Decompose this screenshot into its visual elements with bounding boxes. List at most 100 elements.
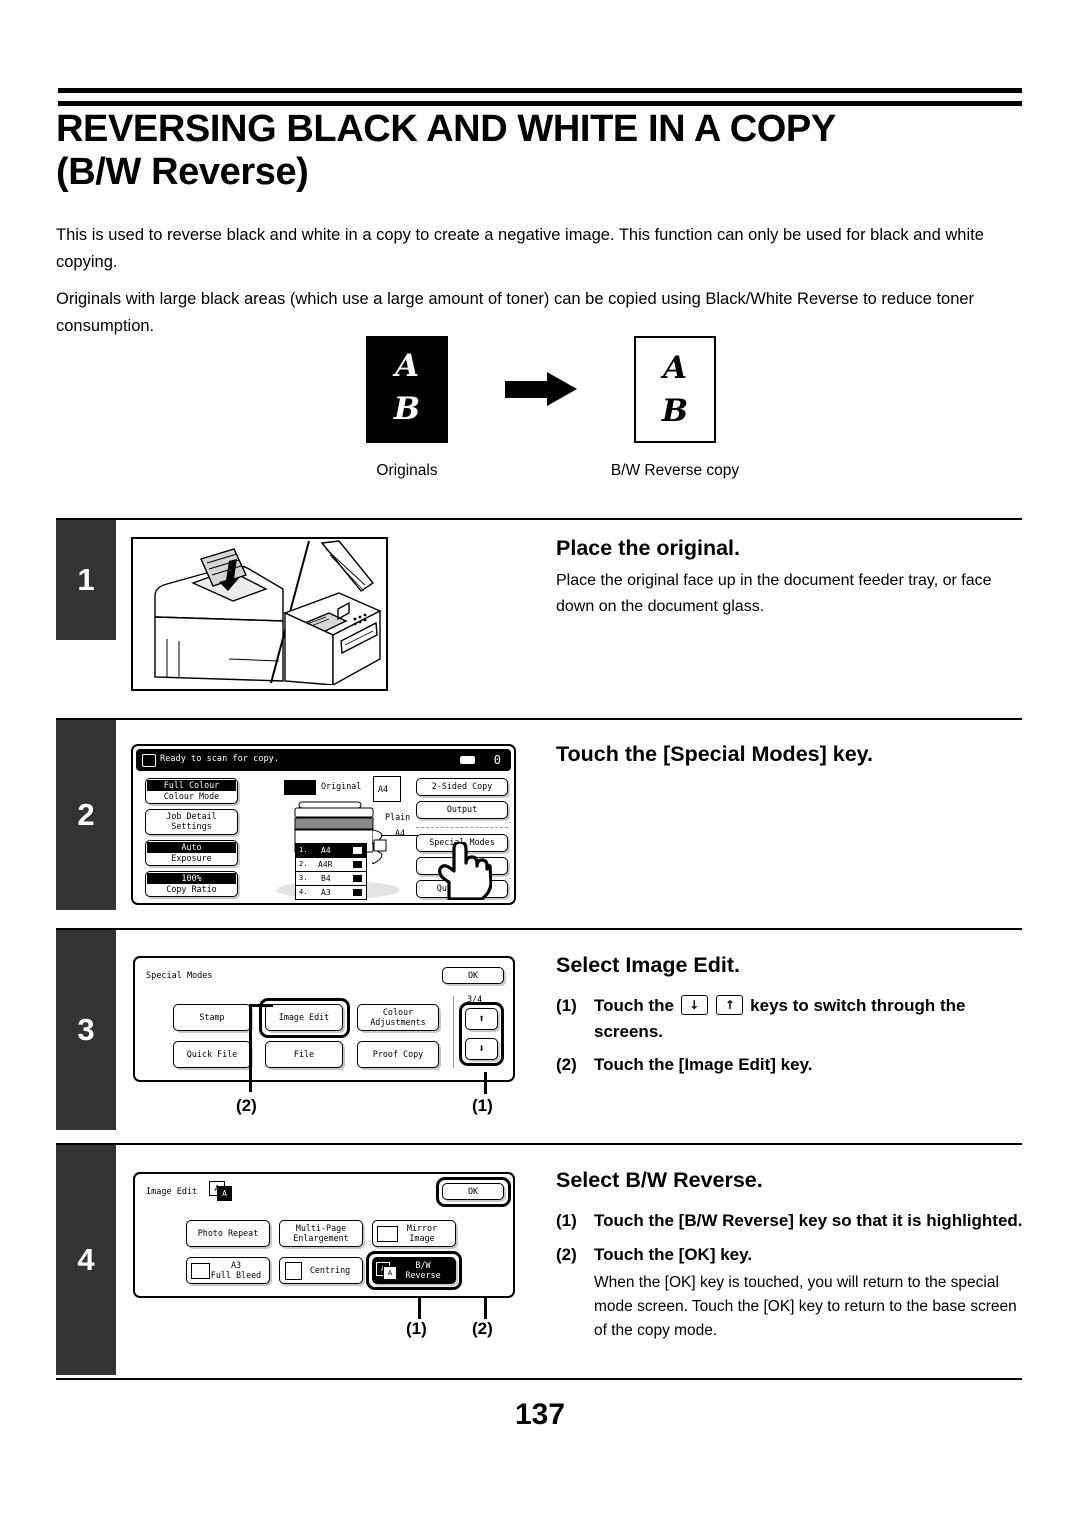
callout-leader-1-vertical — [484, 1072, 487, 1094]
key-colour-mode-value: Full Colour — [147, 780, 236, 791]
header-rule-upper — [58, 88, 1022, 93]
original-sample-image: A B — [366, 336, 448, 443]
step-2-number: 2 — [56, 720, 116, 910]
step-1-number: 1 — [56, 520, 116, 640]
tray-size: A4 — [321, 846, 331, 855]
copy-screen-status-bar: Ready to scan for copy. 0 — [136, 749, 511, 771]
step-1-title: Place the original. — [556, 536, 740, 560]
tray-row[interactable]: 4. A3 — [295, 886, 367, 900]
tray-row[interactable]: 2. A4R — [295, 858, 367, 872]
step-4-note: When the [OK] key is touched, you will r… — [594, 1274, 1017, 1340]
key-copy-ratio[interactable]: 100% Copy Ratio — [145, 871, 238, 897]
step-3-title: Select Image Edit. — [556, 953, 741, 977]
key-photo-repeat[interactable]: Photo Repeat — [186, 1220, 270, 1247]
tray-icon — [353, 861, 362, 868]
tray-row[interactable]: 3. B4 — [295, 872, 367, 886]
key-file[interactable]: File — [265, 1041, 343, 1068]
pager-highlight — [459, 1002, 504, 1066]
key-job-detail-settings[interactable]: Job Detail Settings — [145, 809, 238, 835]
mirror-image-icon — [377, 1226, 398, 1242]
step-4-instructions: (1) Touch the [B/W Reverse] key so that … — [556, 1208, 1024, 1352]
tray-icon — [353, 875, 362, 882]
copy-status-text: Ready to scan for copy. — [160, 754, 279, 764]
printer-status-icon — [142, 754, 156, 767]
page-title-line2: (B/W Reverse) — [56, 150, 309, 193]
step-1-divider — [56, 518, 1022, 520]
special-modes-title: Special Modes — [146, 971, 213, 981]
tray-number: 3. — [299, 874, 308, 882]
ok-button[interactable]: OK — [442, 967, 504, 984]
callout-2-label: (2) — [472, 1319, 493, 1338]
key-stamp[interactable]: Stamp — [173, 1004, 251, 1031]
full-bleed-icon — [191, 1263, 210, 1279]
step-3-item-2: (2) Touch the [Image Edit] key. — [556, 1052, 1024, 1078]
intro-text: This is used to reverse black and white … — [56, 222, 1022, 340]
key-copy-ratio-value: 100% — [147, 873, 236, 884]
step-4-item-2-label: Touch the [OK] key. — [594, 1244, 753, 1264]
intro-paragraph-1: This is used to reverse black and white … — [56, 226, 984, 271]
key-a3-full-bleed-line2: Full Bleed — [210, 1269, 262, 1280]
callout-1-label: (1) — [406, 1319, 427, 1338]
key-mirror-line2: Image — [409, 1232, 435, 1243]
page-number: 137 — [514, 1398, 566, 1431]
key-output[interactable]: Output — [416, 801, 508, 819]
page-up-key-icon: ↑ — [716, 995, 744, 1015]
figure-caption-originals: Originals — [376, 462, 438, 479]
tray-number: 2. — [299, 860, 308, 868]
centring-icon — [285, 1262, 302, 1280]
header-rule-lower — [58, 101, 1022, 106]
callout-leader-2-vertical — [249, 1004, 252, 1092]
tray-icon — [353, 889, 362, 896]
copy-glyph-a: A — [662, 350, 688, 386]
callout-leader-2-horizontal — [249, 1004, 273, 1007]
key-colour-adjustments[interactable]: Colour Adjustments — [357, 1004, 439, 1031]
reversed-sample-image: A B — [634, 336, 716, 443]
tray-size: B4 — [321, 874, 331, 883]
copy-base-screen: Ready to scan for copy. 0 Full Colour Co… — [131, 744, 516, 905]
step-4-item-2: (2) Touch the [OK] key. When the [OK] ke… — [556, 1242, 1024, 1344]
page-down-key-icon: ↓ — [680, 995, 708, 1015]
step-1-illustration — [131, 537, 388, 691]
callout-2-leader — [484, 1297, 487, 1319]
key-multi-page-enlargement[interactable]: Multi-Page Enlargement — [279, 1220, 363, 1247]
step-3-instructions: (1) Touch the ↓ ↑ keys to switch through… — [556, 993, 1024, 1086]
pager-divider — [453, 996, 454, 1068]
manual-page: REVERSING BLACK AND WHITE IN A COPY (B/W… — [0, 0, 1080, 1528]
paper-type-label: Plain — [385, 812, 411, 822]
tray-size: A3 — [321, 888, 331, 897]
step-4-item-1: (1) Touch the [B/W Reverse] key so that … — [556, 1208, 1024, 1234]
step-3-item-1-text: Touch the ↓ ↑ keys to switch through the… — [594, 993, 1024, 1044]
key-quick-file[interactable]: Quick File — [173, 1041, 251, 1068]
bw-reverse-icon: A A — [209, 1181, 232, 1201]
key-2-sided-copy[interactable]: 2-Sided Copy — [416, 778, 508, 796]
step-4-item-2-number: (2) — [556, 1244, 577, 1264]
key-colour-mode[interactable]: Full Colour Colour Mode — [145, 778, 238, 804]
callout-1-leader — [418, 1297, 421, 1319]
tray-row[interactable]: 1. A4 — [295, 843, 367, 858]
original-feed-icon — [284, 780, 316, 795]
step-3-item-2-text: Touch the [Image Edit] key. — [594, 1055, 813, 1074]
page-title: REVERSING BLACK AND WHITE IN A COPY (B/W… — [56, 108, 1036, 194]
step-4-number: 4 — [56, 1145, 116, 1375]
step-3-divider — [56, 928, 1022, 930]
step-3-item-2-number: (2) — [556, 1055, 577, 1074]
special-modes-screen: Special Modes OK Stamp Image Edit Colour… — [133, 956, 515, 1082]
key-proof-copy[interactable]: Proof Copy — [357, 1041, 439, 1068]
callout-1-label: (1) — [472, 1096, 493, 1115]
figure-caption-copy: B/W Reverse copy — [610, 462, 740, 479]
callout-2-label: (2) — [236, 1096, 257, 1115]
step-2-divider — [56, 718, 1022, 720]
step-4-item-1-text: Touch the [B/W Reverse] key so that it i… — [594, 1211, 1023, 1230]
key-exposure[interactable]: Auto Exposure — [145, 840, 238, 866]
image-edit-title: Image Edit — [146, 1187, 198, 1197]
tray-icon — [353, 847, 362, 854]
key-multi-page-line2: Enlargement — [293, 1232, 349, 1243]
key-colour-adjustments-line2: Adjustments — [370, 1016, 426, 1027]
footer-divider — [56, 1378, 1022, 1380]
key-colour-mode-label: Colour Mode — [163, 791, 220, 802]
original-label: Original — [321, 781, 362, 791]
copy-glyph-b: B — [661, 393, 689, 429]
original-glyph-b: B — [393, 391, 421, 427]
ok-button-highlight — [436, 1177, 511, 1207]
copy-count: 0 — [493, 753, 501, 767]
